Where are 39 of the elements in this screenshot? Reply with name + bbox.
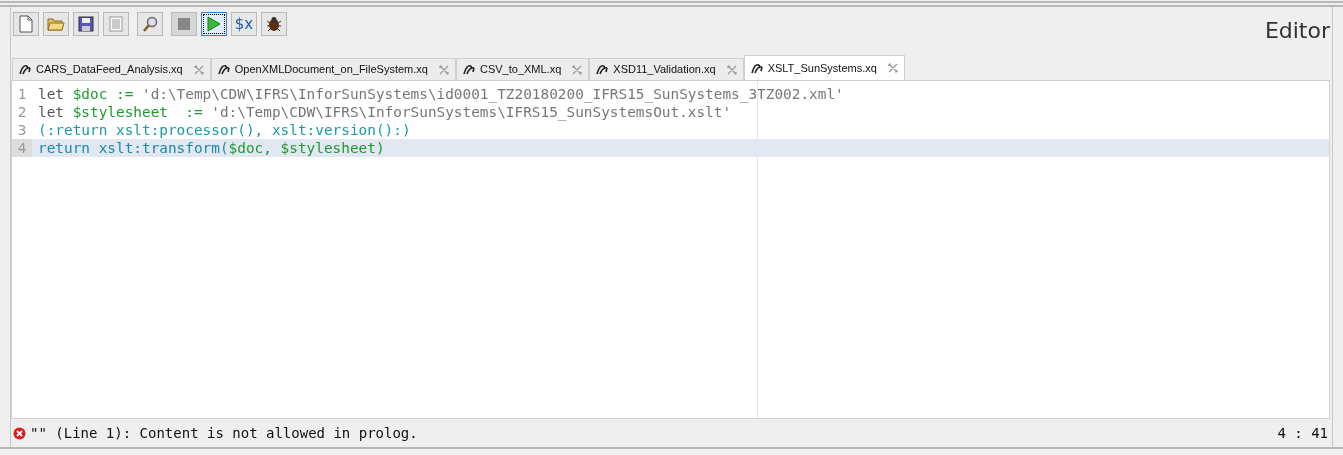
editor-tab[interactable]: CARS_DataFeed_Analysis.xq bbox=[12, 58, 211, 80]
line-number: 2 bbox=[16, 103, 28, 121]
query-file-icon bbox=[750, 62, 763, 74]
code-line: let $doc := 'd:\Temp\CDW\IFRS\InforSunSystems\id0001_TZ20180200_IFRS15_SunSystems_3TZ002.xml' bbox=[37, 85, 844, 103]
editor-tab[interactable]: CSV_to_XML.xq bbox=[455, 58, 590, 80]
editor-tab[interactable]: XSLT_SunSystems.xq bbox=[743, 55, 905, 80]
bug-icon bbox=[265, 16, 283, 32]
stop-icon bbox=[178, 18, 190, 30]
status-message: "" (Line 1): Content is not allowed in prolog. bbox=[30, 423, 418, 443]
code-line: let $stylesheet := 'd:\Temp\CDW\IFRS\InforSunSystems\IFRS15_SunSystemsOut.xslt' bbox=[37, 103, 732, 121]
close-icon[interactable] bbox=[438, 64, 449, 75]
line-number: 1 bbox=[16, 85, 28, 103]
bug-button[interactable] bbox=[261, 12, 287, 36]
query-file-icon bbox=[217, 64, 230, 75]
editor-tab[interactable]: XSD11_Validation.xq bbox=[589, 58, 744, 80]
close-icon[interactable] bbox=[572, 64, 583, 75]
document-icon bbox=[19, 15, 33, 33]
query-file-icon bbox=[462, 64, 475, 75]
line-number: 4 bbox=[12, 139, 32, 157]
close-icon[interactable] bbox=[887, 63, 898, 73]
close-icon[interactable] bbox=[726, 64, 737, 75]
panel-title: Editor bbox=[1264, 17, 1330, 45]
new-button[interactable] bbox=[13, 12, 39, 36]
cursor-position: 4 : 41 bbox=[1277, 423, 1328, 443]
play-icon bbox=[207, 16, 221, 32]
close-icon[interactable] bbox=[193, 64, 204, 75]
query-file-icon bbox=[19, 64, 31, 75]
run-button[interactable] bbox=[201, 12, 227, 36]
editor-tab[interactable]: OpenXMLDocument_on_FileSystem.xq bbox=[210, 58, 456, 80]
query-file-icon bbox=[596, 64, 609, 75]
code-line: (:return xslt:processor(), xslt:version():) bbox=[37, 121, 411, 139]
save-button[interactable] bbox=[73, 12, 99, 36]
folder-icon bbox=[47, 17, 65, 31]
variables-button[interactable]: $x bbox=[231, 12, 257, 36]
error-icon bbox=[13, 426, 26, 440]
line-number: 3 bbox=[16, 121, 28, 139]
search-icon bbox=[142, 16, 158, 32]
find-button[interactable] bbox=[137, 12, 163, 36]
code-line: return xslt:transform($doc, $stylesheet) bbox=[37, 139, 385, 157]
